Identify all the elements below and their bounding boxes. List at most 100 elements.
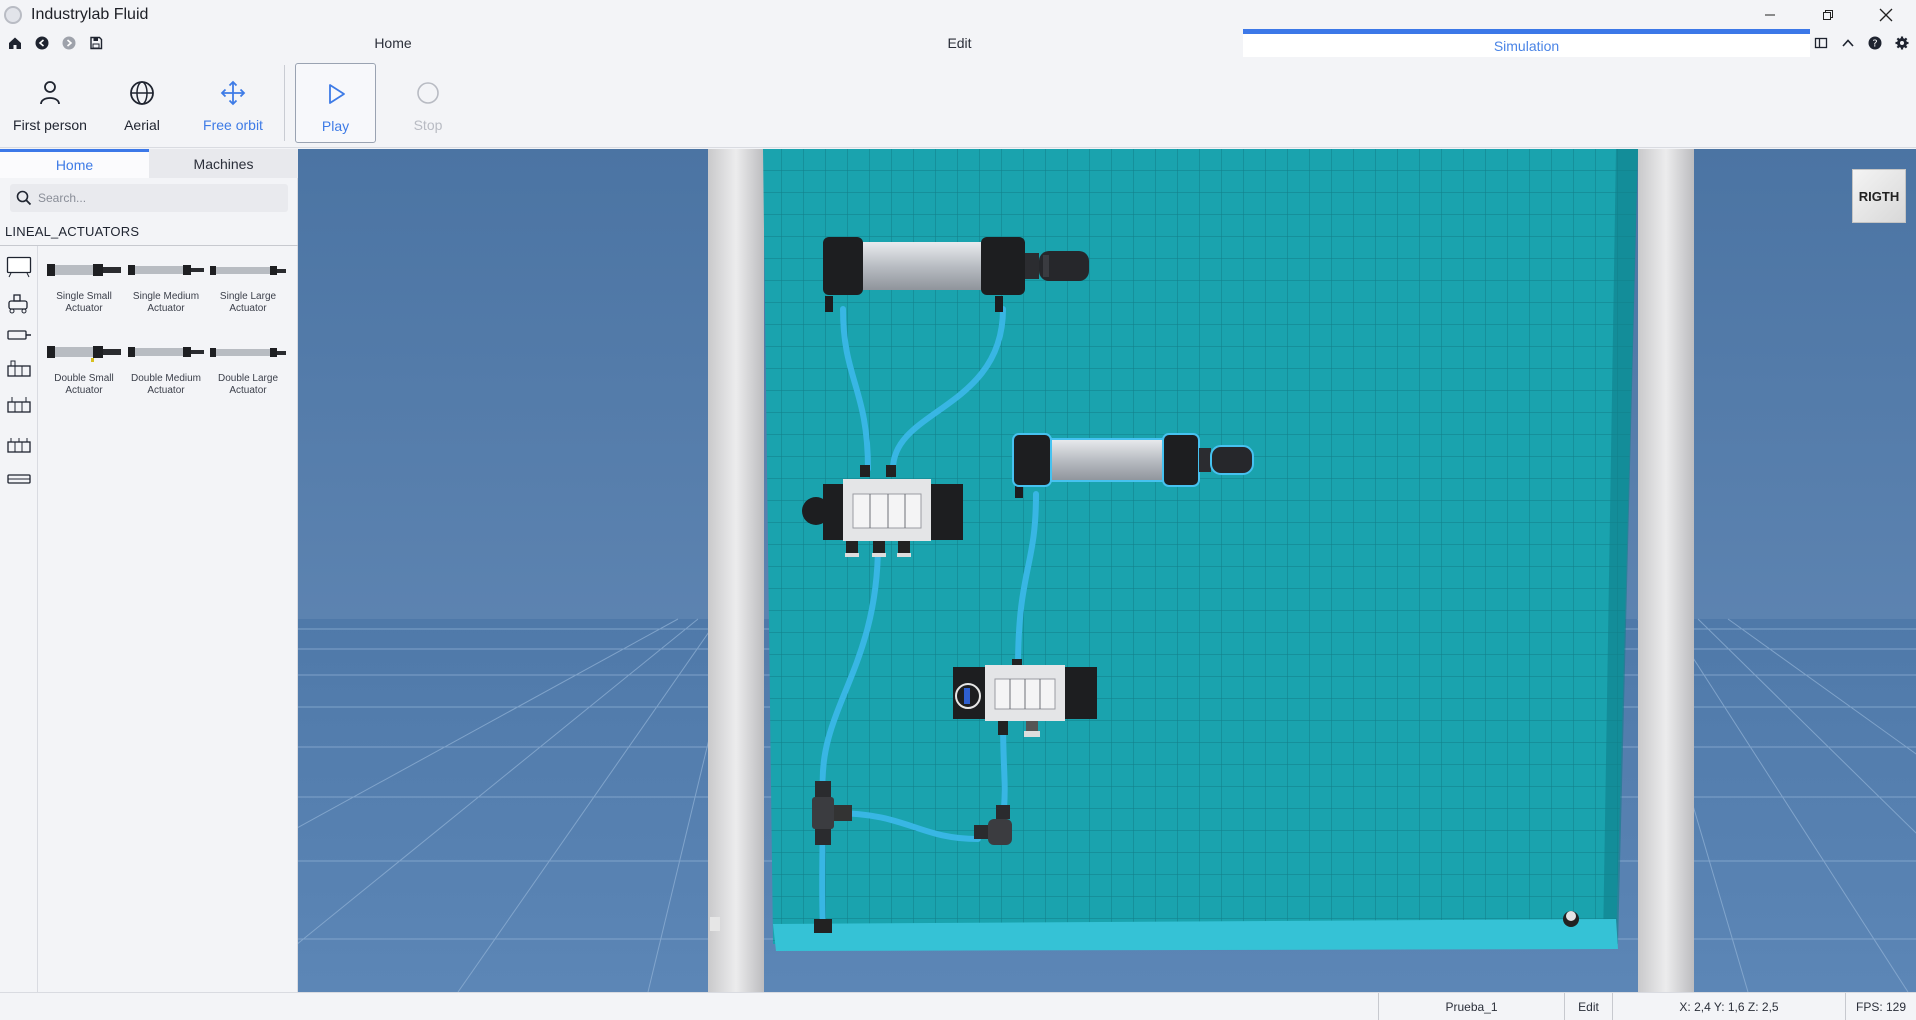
- restore-button[interactable]: [1799, 0, 1857, 29]
- close-button[interactable]: [1857, 0, 1915, 29]
- project-name: Prueba_1: [1378, 993, 1564, 1020]
- single-medium-actuator-thumbnail: [128, 265, 204, 275]
- bottom-fitting: [814, 919, 832, 933]
- category-logic-button[interactable]: [5, 432, 33, 458]
- component-sidebar: Home Machines LINEAL_ACTUATORS: [0, 149, 298, 992]
- palette-label-line2: Actuator: [65, 303, 103, 314]
- chevron-up-icon: [1841, 38, 1854, 47]
- back-icon: [35, 36, 48, 49]
- palette-item-single-medium-actuator[interactable]: Single Medium Actuator: [126, 259, 206, 315]
- title-bar: Industrylab Fluid: [0, 0, 1916, 29]
- palette-label-line2: Actuator: [229, 303, 267, 314]
- tab-home[interactable]: Home: [110, 29, 676, 57]
- quick-tools: [6, 34, 104, 51]
- single-large-actuator-thumbnail: [210, 266, 286, 275]
- minimize-button[interactable]: [1741, 0, 1799, 29]
- category-title: LINEAL_ACTUATORS: [5, 224, 140, 239]
- play-icon: [328, 84, 345, 104]
- stop-label: Stop: [413, 117, 443, 133]
- free-orbit-button[interactable]: Free orbit: [190, 63, 276, 143]
- cylinder-icon: [7, 330, 31, 340]
- category-tube-button[interactable]: [5, 466, 33, 492]
- category-icon-strip: [0, 246, 38, 992]
- palette-label-line1: Double Medium: [130, 373, 202, 384]
- play-button[interactable]: Play: [295, 63, 376, 143]
- sidebar-tab-machines[interactable]: Machines: [149, 149, 298, 178]
- cursor-coordinates: X: 2,4 Y: 1,6 Z: 2,5: [1612, 993, 1845, 1020]
- toolbar-separator: [284, 65, 285, 141]
- home-icon: [8, 37, 21, 49]
- panel-toggle-button[interactable]: [1812, 34, 1829, 51]
- move-arrows-icon: [220, 80, 246, 106]
- main-tab-bar: Home Edit Simulation ?: [0, 29, 1916, 57]
- minimize-icon: [1765, 14, 1775, 15]
- forward-button[interactable]: [60, 34, 77, 51]
- panel-board-icon: [6, 256, 32, 278]
- logic-block-icon: [7, 438, 31, 453]
- category-panel-button[interactable]: [5, 254, 33, 280]
- palette-item-double-large-actuator[interactable]: Double Large Actuator: [208, 341, 288, 397]
- gear-icon: [1895, 36, 1908, 49]
- palette-label-line2: Actuator: [147, 385, 185, 396]
- palette-item-double-small-actuator[interactable]: Double Small Actuator: [44, 341, 124, 397]
- app-window: Industrylab Fluid Home Edit Simulation ?…: [0, 0, 1916, 1020]
- category-compressor-button[interactable]: [5, 290, 33, 316]
- search-icon: [16, 190, 32, 206]
- collapse-ribbon-button[interactable]: [1839, 34, 1856, 51]
- palette-label-line2: Actuator: [65, 385, 103, 396]
- settings-button[interactable]: [1893, 34, 1910, 51]
- aerial-button[interactable]: Aerial: [104, 63, 180, 143]
- save-icon: [89, 36, 102, 49]
- palette-label-line2: Actuator: [229, 385, 267, 396]
- app-logo-icon: [4, 5, 22, 24]
- free-orbit-label: Free orbit: [203, 117, 263, 133]
- stop-button[interactable]: Stop: [393, 63, 463, 143]
- status-bar: Prueba_1 Edit X: 2,4 Y: 1,6 Z: 2,5 FPS: …: [0, 992, 1916, 1020]
- compressor-icon: [8, 294, 28, 314]
- palette-label-line1: Single Medium: [132, 291, 200, 302]
- help-button[interactable]: ?: [1866, 34, 1883, 51]
- palette-item-single-small-actuator[interactable]: Single Small Actuator: [44, 259, 124, 315]
- tube-icon: [7, 474, 31, 484]
- first-person-label: First person: [13, 117, 87, 133]
- category-actuator-button[interactable]: [5, 322, 33, 348]
- camera-toolbar: First person Aerial Free orbit Play Stop: [0, 57, 1916, 148]
- back-button[interactable]: [33, 34, 50, 51]
- mode-indicator: Edit: [1564, 993, 1612, 1020]
- play-label: Play: [321, 118, 350, 134]
- search-box: [10, 184, 288, 212]
- category-manifold-button[interactable]: [5, 392, 33, 418]
- single-small-actuator-thumbnail: [47, 264, 121, 276]
- category-valve-button[interactable]: [5, 356, 33, 382]
- save-button[interactable]: [87, 34, 104, 51]
- aerial-label: Aerial: [124, 117, 160, 133]
- app-title: Industrylab Fluid: [31, 5, 149, 23]
- first-person-button[interactable]: First person: [8, 63, 92, 143]
- sidebar-tab-home[interactable]: Home: [0, 149, 149, 178]
- close-icon: [1879, 8, 1893, 21]
- manifold-icon: [7, 397, 31, 413]
- frame-left-post: [708, 149, 764, 992]
- sidebar-tabs: Home Machines: [0, 149, 298, 178]
- person-icon: [40, 81, 60, 105]
- palette-item-double-medium-actuator[interactable]: Double Medium Actuator: [126, 341, 206, 397]
- home-button[interactable]: [6, 34, 23, 51]
- tab-simulation[interactable]: Simulation: [1243, 29, 1810, 57]
- frame-right-post: [1638, 149, 1694, 992]
- palette-label-line1: Double Small: [54, 373, 114, 384]
- double-small-actuator-thumbnail: [47, 346, 121, 362]
- palette-item-single-large-actuator[interactable]: Single Large Actuator: [208, 259, 288, 315]
- svg-text:?: ?: [1872, 38, 1877, 49]
- tab-edit[interactable]: Edit: [676, 29, 1243, 57]
- view-cube[interactable]: RIGTH: [1852, 169, 1906, 223]
- fps-counter: FPS: 129: [1845, 993, 1916, 1020]
- palette-label-line1: Single Small: [56, 291, 112, 302]
- globe-icon: [130, 81, 154, 105]
- help-icon: ?: [1868, 36, 1881, 49]
- panel-bottom-rail: [773, 919, 1618, 951]
- search-input[interactable]: [38, 191, 278, 205]
- panel-icon: [1814, 37, 1827, 48]
- simulation-viewport[interactable]: RIGTH: [298, 149, 1916, 992]
- scene-render: [298, 149, 1916, 992]
- forward-icon: [62, 36, 75, 49]
